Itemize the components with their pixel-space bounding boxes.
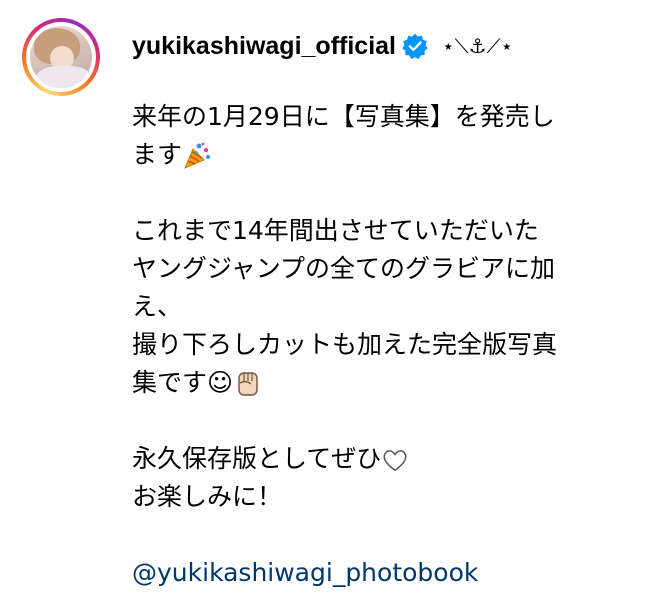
party-popper-icon — [184, 142, 211, 169]
white-heart-icon — [383, 450, 407, 472]
caption-line: 集です☺ — [132, 364, 632, 402]
avatar[interactable] — [30, 26, 92, 88]
caption-line: 撮り下ろしカットも加えた完全版写真 — [132, 330, 558, 359]
username-link[interactable]: yukikashiwagi_official — [132, 32, 396, 61]
caption-line: ます — [132, 136, 632, 174]
verified-badge-icon — [402, 33, 428, 59]
mention-link[interactable]: @yukikashiwagi_photobook — [132, 558, 478, 587]
name-decoration: ⋆⟍⚓︎⟋⋆ — [442, 34, 513, 58]
caption-line: 永久保存版としてぜひ — [132, 440, 632, 478]
avatar-body — [36, 66, 92, 88]
caption: 来年の1月29日に【写真集】を発売し ます これまで14年間出させていただいた … — [132, 98, 632, 592]
caption-line: ヤングジャンプの全てのグラビアに加 — [132, 254, 556, 283]
post-header: yukikashiwagi_official ⋆⟍⚓︎⟋⋆ — [132, 26, 513, 66]
caption-line: え、 — [132, 292, 183, 321]
caption-line: 来年の1月29日に【写真集】を発売し — [132, 102, 555, 131]
story-ring[interactable] — [22, 18, 100, 96]
caption-line: これまで14年間出させていただいた — [132, 216, 539, 245]
instagram-post: yukikashiwagi_official ⋆⟍⚓︎⟋⋆ 来年の1月29日に【… — [0, 0, 662, 587]
raised-fist-icon — [238, 372, 258, 396]
caption-line: @yukikashiwagi_photobook — [132, 554, 632, 592]
caption-line: お楽しみに！ — [132, 482, 283, 511]
